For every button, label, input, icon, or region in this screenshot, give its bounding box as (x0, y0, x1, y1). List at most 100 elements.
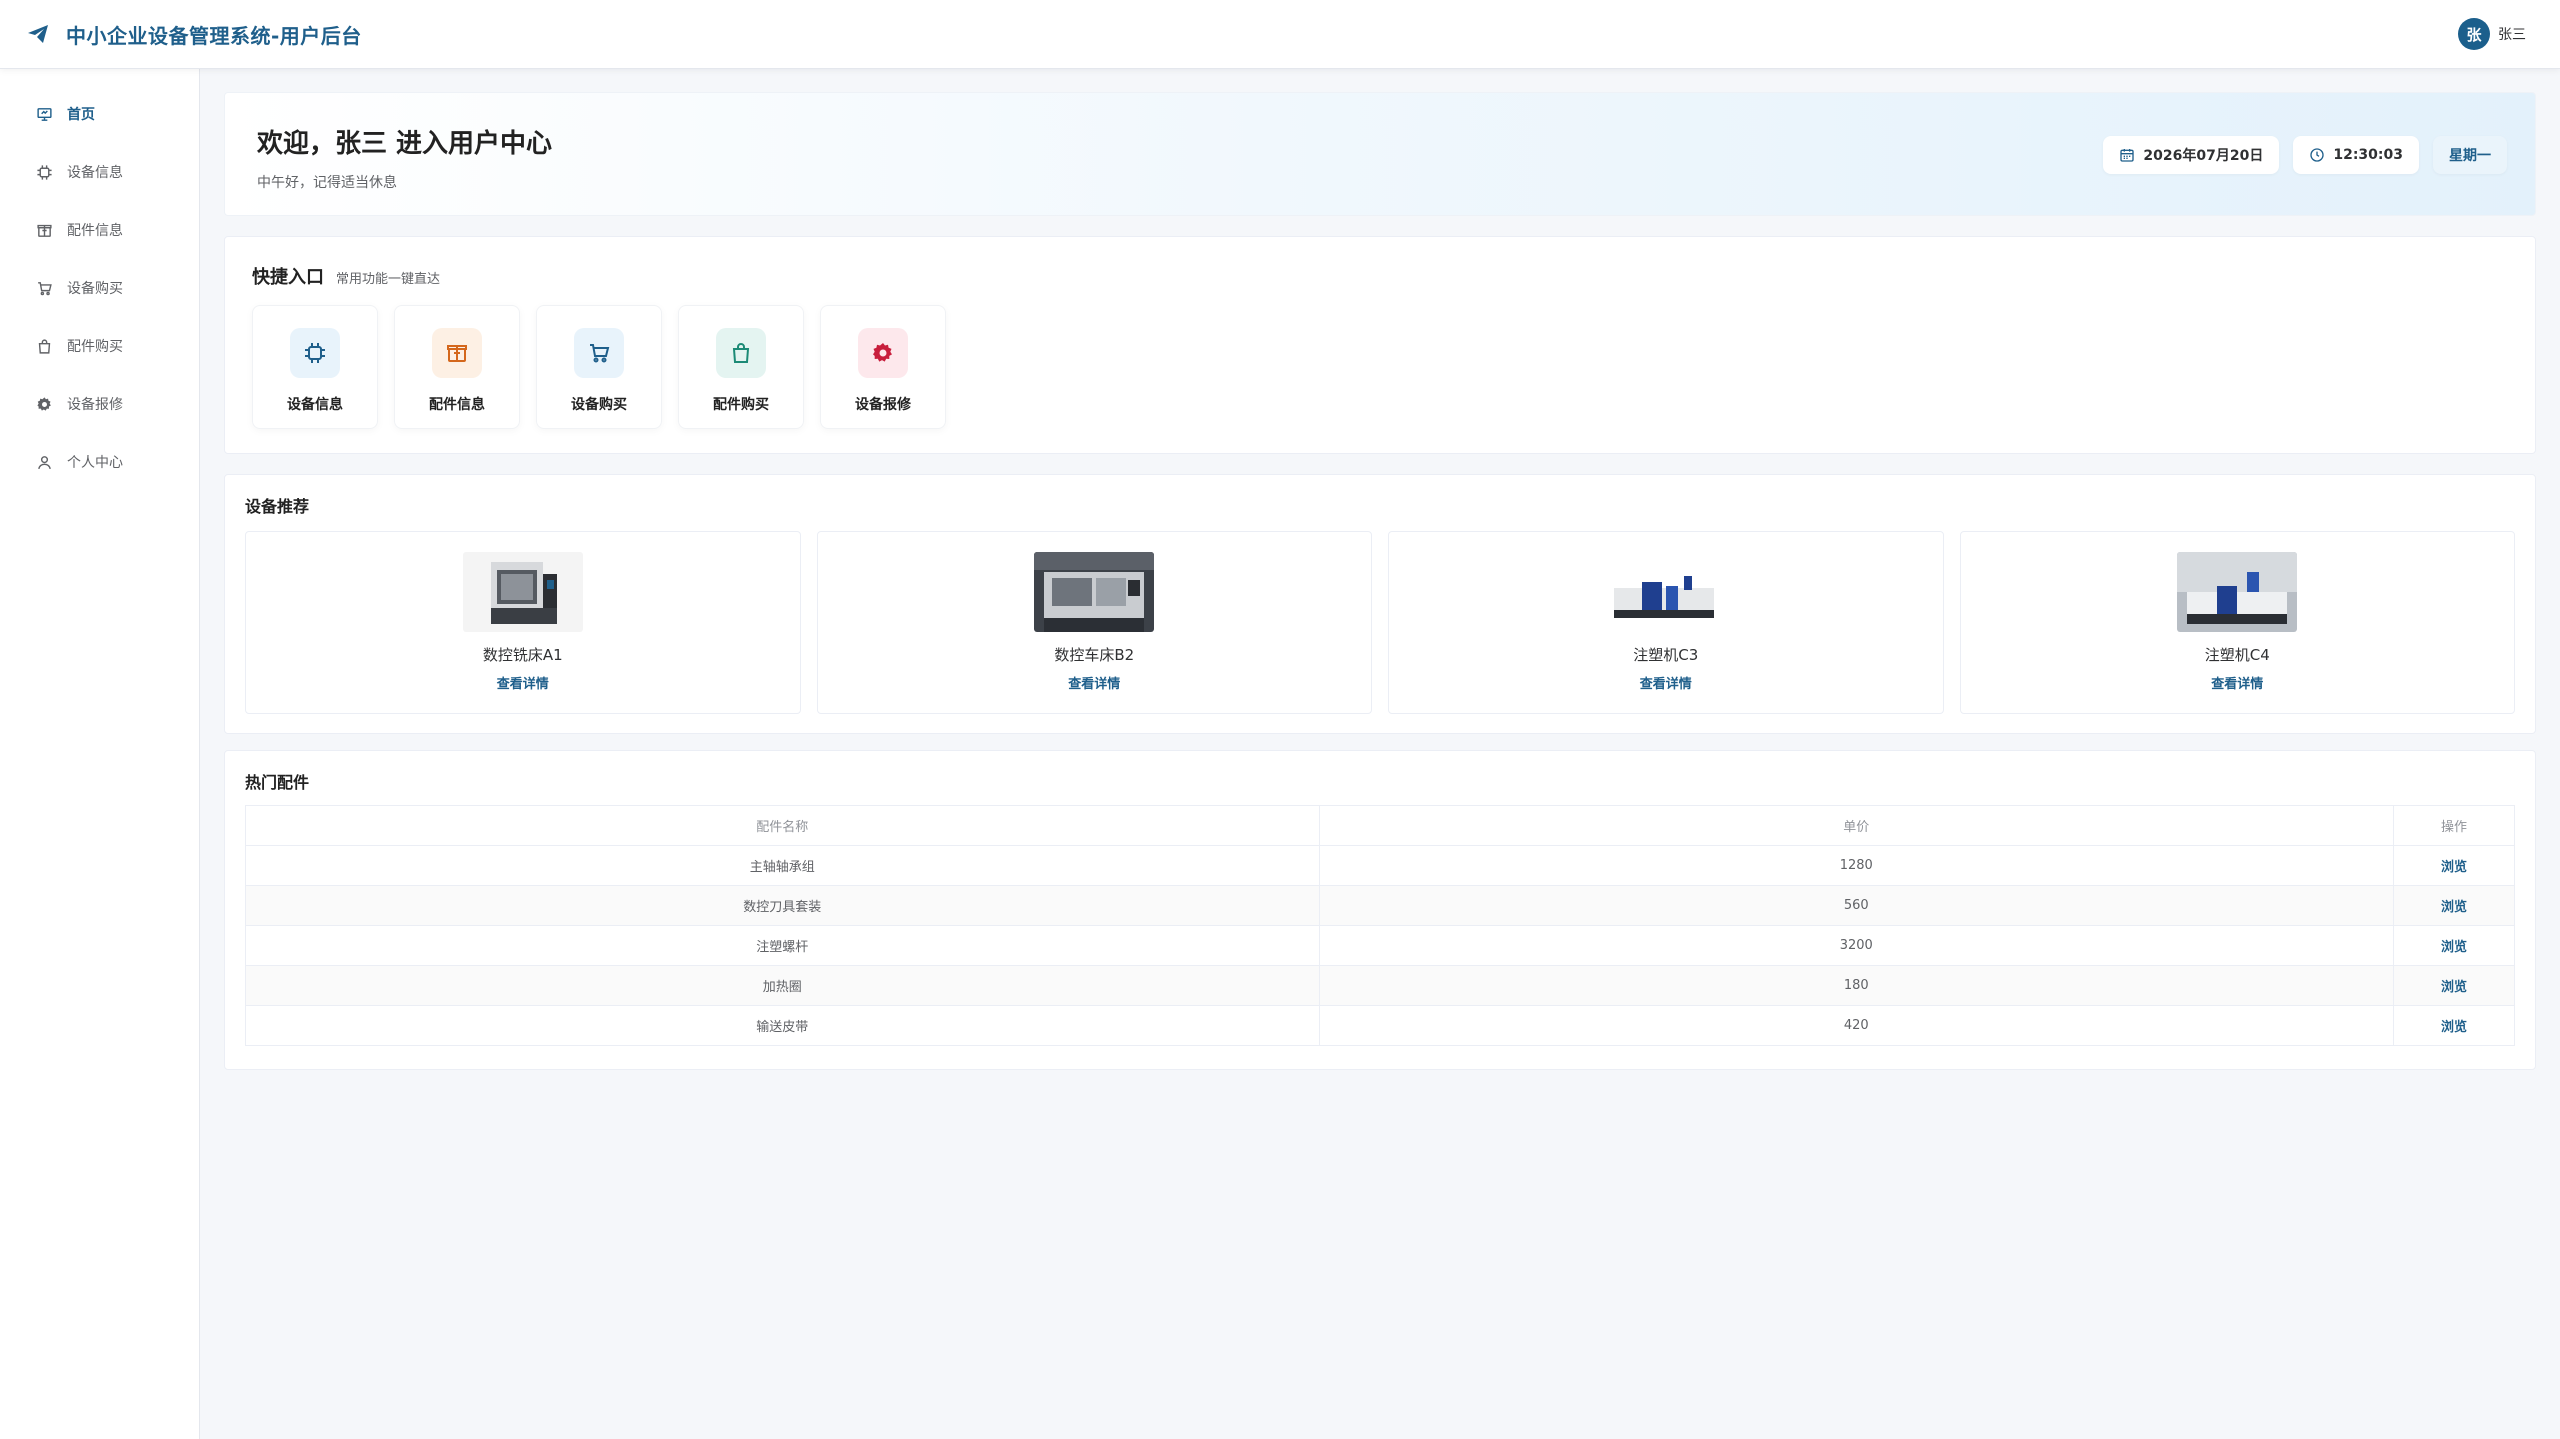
device-name: 注塑机C3 (1633, 646, 1699, 664)
view-details-link[interactable]: 查看详情 (497, 673, 549, 692)
device-name: 数控铣床A1 (482, 646, 563, 664)
device-recommend-title: 设备推荐 (245, 497, 310, 516)
welcome-banner: 欢迎，张三 进入用户中心 中午好，记得适当休息 2026年07月20日 12:3… (224, 92, 2536, 216)
parts-table: 配件名称 单价 操作 主轴轴承组 1280 浏览 数控刀具套装 560 浏览 注… (245, 805, 2515, 1046)
device-card[interactable]: 注塑机C3 查看详情 (1388, 531, 1944, 714)
date-pill: 2026年07月20日 (2103, 136, 2280, 174)
sidebar-item-part-info[interactable]: 配件信息 (0, 201, 199, 259)
browse-link[interactable]: 浏览 (2441, 1020, 2467, 1035)
user-menu[interactable]: 张 张三 (2458, 18, 2526, 50)
browse-link[interactable]: 浏览 (2441, 860, 2467, 875)
sidebar-item-profile[interactable]: 个人中心 (0, 433, 199, 491)
quick-item-part-info[interactable]: 配件信息 (394, 305, 520, 429)
view-details-link[interactable]: 查看详情 (1640, 673, 1692, 692)
main-content: 欢迎，张三 进入用户中心 中午好，记得适当休息 2026年07月20日 12:3… (224, 92, 2536, 1070)
device-grid: 数控铣床A1 查看详情 数控车床B2 查看详情 注塑机C3 查看详情 注塑机C4… (245, 531, 2515, 714)
sidebar-item-label: 个人中心 (67, 455, 123, 471)
brand[interactable]: 中小企业设备管理系统-用户后台 (26, 20, 362, 49)
date-text: 2026年07月20日 (2143, 148, 2264, 164)
browse-link[interactable]: 浏览 (2441, 980, 2467, 995)
gear-icon (35, 395, 53, 413)
device-image (2177, 552, 2298, 632)
box-icon (432, 328, 482, 378)
part-name: 输送皮带 (245, 1005, 1320, 1046)
device-card[interactable]: 注塑机C4 查看详情 (1959, 531, 2515, 714)
action-cell: 浏览 (2393, 965, 2515, 1006)
quick-item-device-purchase[interactable]: 设备购买 (536, 305, 662, 429)
quick-item-part-purchase[interactable]: 配件购买 (678, 305, 804, 429)
sidebar-item-label: 设备信息 (67, 165, 123, 181)
device-name: 注塑机C4 (2204, 646, 2270, 664)
part-price: 1280 (1318, 845, 2395, 886)
time-text: 12:30:03 (2333, 147, 2403, 163)
calendar-icon (2120, 149, 2135, 162)
quick-item-label: 设备报修 (855, 397, 911, 413)
action-cell: 浏览 (2393, 845, 2515, 886)
sidebar-item-label: 设备报修 (67, 397, 123, 413)
sidebar-item-device-repair[interactable]: 设备报修 (0, 375, 199, 433)
avatar[interactable]: 张 (2458, 18, 2490, 50)
quick-entry-panel: 快捷入口 常用功能一键直达 设备信息 配件信息 设备购买 配件购买 设备报修 (224, 236, 2536, 454)
cart-icon (35, 279, 53, 297)
quick-item-label: 配件购买 (713, 397, 769, 413)
column-header-price: 单价 (1318, 805, 2395, 846)
sidebar-item-label: 设备购买 (67, 281, 123, 297)
weekday-text: 星期一 (2449, 148, 2491, 164)
clock-icon (2310, 148, 2325, 162)
view-details-link[interactable]: 查看详情 (1068, 673, 1120, 692)
column-header-action: 操作 (2393, 805, 2515, 846)
action-cell: 浏览 (2393, 1005, 2515, 1046)
part-name: 数控刀具套装 (245, 885, 1320, 926)
browse-link[interactable]: 浏览 (2441, 940, 2467, 955)
gear-icon (858, 328, 908, 378)
action-cell: 浏览 (2393, 885, 2515, 926)
monitor-icon (35, 105, 53, 123)
device-card[interactable]: 数控铣床A1 查看详情 (245, 531, 801, 714)
datetime-group: 2026年07月20日 12:30:03 星期一 (2089, 136, 2507, 174)
bag-icon (716, 328, 766, 378)
sidebar-item-device-info[interactable]: 设备信息 (0, 143, 199, 201)
hot-parts-panel: 热门配件 配件名称 单价 操作 主轴轴承组 1280 浏览 数控刀具套装 560 (224, 750, 2536, 1070)
sidebar-item-part-purchase[interactable]: 配件购买 (0, 317, 199, 375)
table-row: 主轴轴承组 1280 浏览 (245, 845, 2515, 886)
cpu-icon (35, 163, 53, 181)
bag-icon (35, 337, 53, 355)
quick-item-device-info[interactable]: 设备信息 (252, 305, 378, 429)
view-details-link[interactable]: 查看详情 (2211, 673, 2263, 692)
table-row: 数控刀具套装 560 浏览 (245, 885, 2515, 926)
sidebar-item-label: 配件购买 (67, 339, 123, 355)
quick-item-label: 设备信息 (287, 397, 343, 413)
sidebar-item-home[interactable]: 首页 (0, 85, 199, 143)
device-card[interactable]: 数控车床B2 查看详情 (816, 531, 1372, 714)
action-cell: 浏览 (2393, 925, 2515, 966)
user-name[interactable]: 张三 (2498, 24, 2526, 44)
sidebar-item-label: 配件信息 (67, 223, 123, 239)
part-name: 加热圈 (245, 965, 1320, 1006)
device-recommend-panel: 设备推荐 数控铣床A1 查看详情 数控车床B2 查看详情 注塑机C3 查看详情 … (224, 474, 2536, 734)
part-price: 3200 (1318, 925, 2395, 966)
user-icon (35, 453, 53, 471)
device-image (1605, 552, 1726, 632)
browse-link[interactable]: 浏览 (2441, 900, 2467, 915)
table-row: 加热圈 180 浏览 (245, 965, 2515, 1006)
sidebar-item-label: 首页 (67, 107, 95, 123)
table-row: 输送皮带 420 浏览 (245, 1005, 2515, 1046)
box-icon (35, 221, 53, 239)
quick-item-device-repair[interactable]: 设备报修 (820, 305, 946, 429)
device-image (462, 552, 583, 632)
part-price: 560 (1318, 885, 2395, 926)
part-name: 主轴轴承组 (245, 845, 1320, 886)
quick-entry-title: 快捷入口 (252, 267, 324, 288)
hot-parts-title: 热门配件 (245, 773, 310, 792)
top-header: 中小企业设备管理系统-用户后台 张 张三 (0, 0, 2560, 69)
quick-entry-header: 快捷入口 常用功能一键直达 (252, 263, 2508, 289)
quick-entry-desc: 常用功能一键直达 (336, 272, 441, 287)
cpu-icon (290, 328, 340, 378)
quick-entry-list: 设备信息 配件信息 设备购买 配件购买 设备报修 (252, 305, 2508, 429)
table-header-row: 配件名称 单价 操作 (245, 805, 2515, 846)
cart-icon (574, 328, 624, 378)
sidebar: 首页 设备信息 配件信息 设备购买 配件购买 设备报修 个人中心 (0, 69, 200, 1439)
paper-plane-icon (26, 21, 52, 47)
sidebar-item-device-purchase[interactable]: 设备购买 (0, 259, 199, 317)
column-header-name: 配件名称 (245, 805, 1320, 846)
